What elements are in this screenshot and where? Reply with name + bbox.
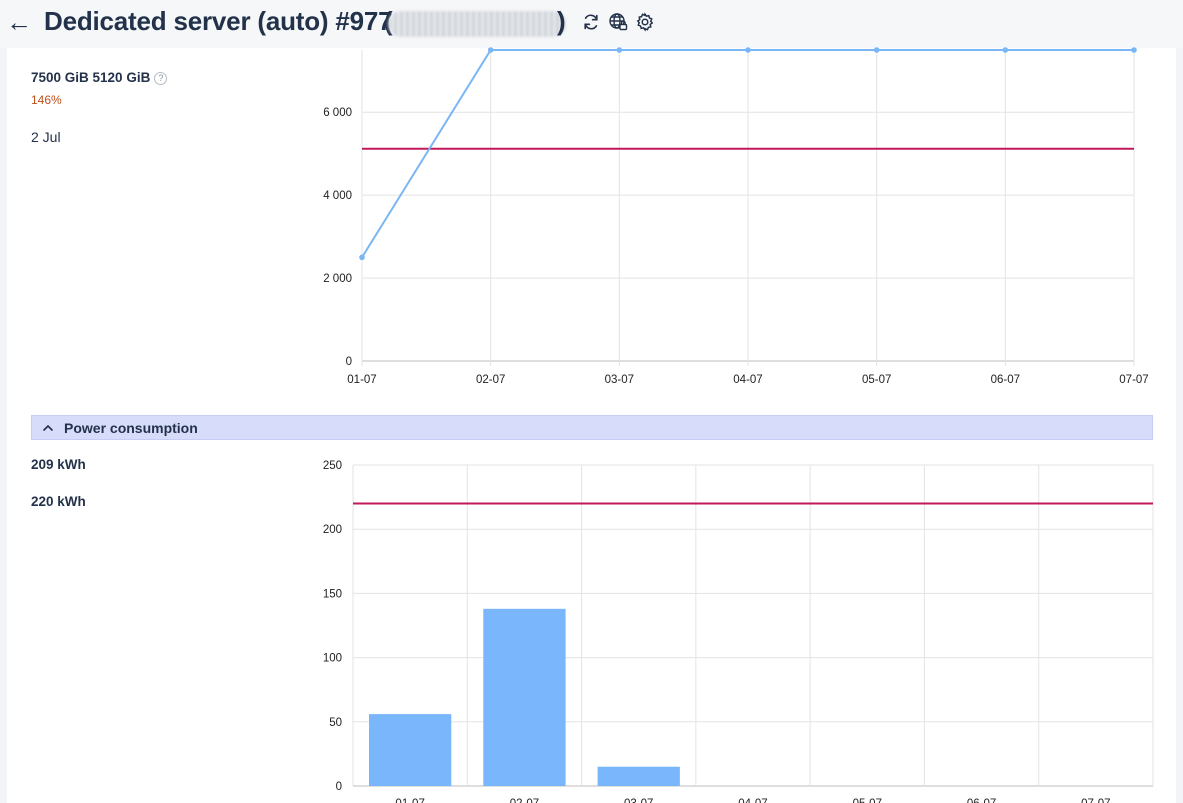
x-tick-label: 01-07: [347, 374, 376, 386]
y-tick-label: 6 000: [323, 107, 352, 119]
data-point: [1131, 47, 1137, 53]
y-tick-label: 0: [346, 356, 352, 368]
data-point: [745, 47, 751, 53]
data-point: [1002, 47, 1009, 53]
traffic-line-chart: 0 2 000 4 000 6 000 01-07 02-07 03-07 04-07 05-0…: [323, 47, 1149, 386]
data-point: [873, 47, 880, 53]
power-section-label: Power consumption: [64, 419, 198, 436]
data-point: [616, 47, 623, 53]
power-value-2: 220 kWh: [31, 494, 86, 509]
power-value-1: 209 kWh: [31, 457, 86, 472]
y-tick-label: 2 000: [323, 273, 352, 285]
x-tick-label: 07-07: [1119, 374, 1148, 386]
chevron-up-icon: [42, 424, 56, 432]
x-tick-label: 02-07: [476, 374, 505, 386]
x-tick-label: 04-07: [733, 374, 762, 386]
data-point: [487, 47, 494, 53]
power-section-header[interactable]: Power consumption: [31, 415, 1153, 440]
data-point: [359, 254, 365, 261]
x-tick-label: 03-07: [605, 374, 634, 386]
x-tick-label: 05-07: [862, 374, 891, 386]
x-tick-label: 06-07: [991, 374, 1020, 386]
y-tick-label: 4 000: [323, 190, 352, 202]
